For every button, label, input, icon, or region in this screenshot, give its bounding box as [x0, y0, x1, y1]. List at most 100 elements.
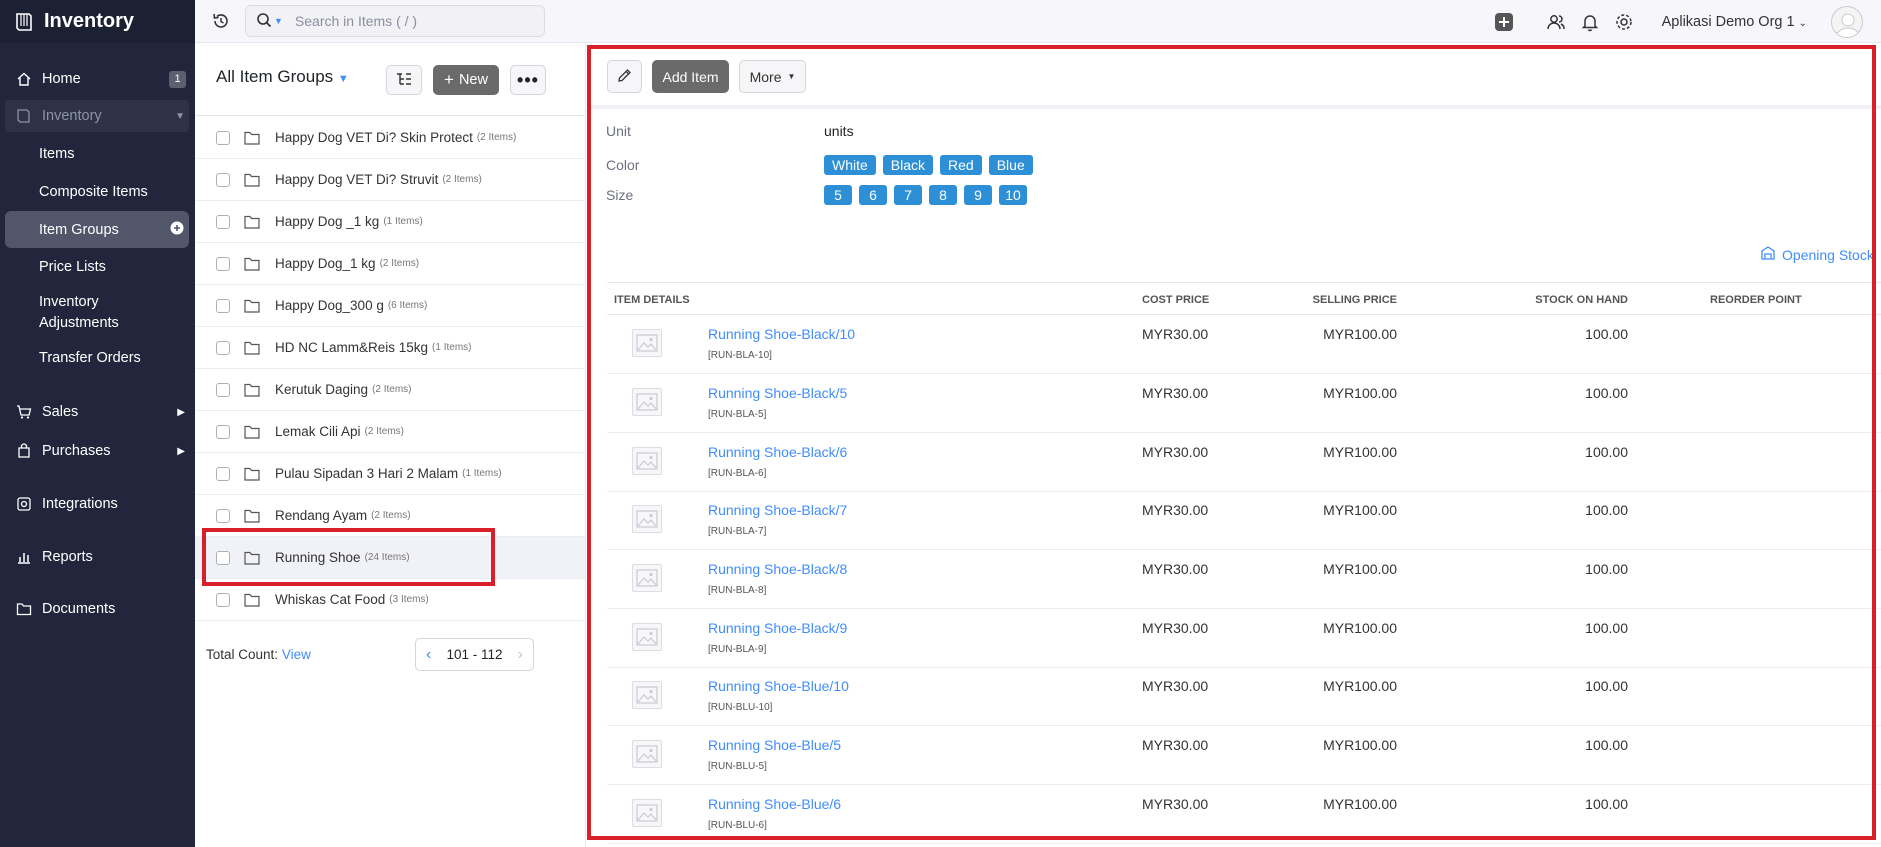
new-button[interactable]: + New	[433, 65, 499, 95]
search-input[interactable]: Search in Items ( / )	[295, 13, 417, 29]
chevron-down-icon: ⌄	[1798, 17, 1807, 29]
item-group-name[interactable]: Happy Dog_300 g	[275, 298, 384, 313]
edit-button[interactable]	[607, 60, 642, 93]
row-checkbox[interactable]	[216, 298, 230, 313]
gear-icon[interactable]	[1614, 12, 1634, 32]
row-checkbox[interactable]	[216, 592, 230, 607]
column-selling-price: SELLING PRICE	[1312, 294, 1397, 306]
item-name-link[interactable]: Running Shoe-Black/6	[708, 444, 847, 460]
item-group-count: (2 Items)	[371, 510, 411, 521]
item-group-name[interactable]: Whiskas Cat Food	[275, 592, 385, 607]
item-group-name[interactable]: Rendang Ayam	[275, 508, 367, 523]
more-dropdown[interactable]: More ▼	[739, 60, 806, 93]
total-count-view-link[interactable]: View	[282, 647, 311, 662]
row-checkbox[interactable]	[216, 508, 230, 523]
more-options-button[interactable]: •••	[510, 65, 546, 95]
list-item[interactable]: Happy Dog VET Di? Skin Protect (2 Items)	[195, 117, 585, 159]
table-row[interactable]: Running Shoe-Black/5 [RUN-BLA-5] MYR30.0…	[607, 374, 1881, 433]
item-group-name[interactable]: HD NC Lamm&Reis 15kg	[275, 340, 428, 355]
org-switcher[interactable]: Aplikasi Demo Org 1 ⌄	[1662, 14, 1807, 30]
app-brand[interactable]: Inventory	[0, 0, 195, 43]
list-view-selector[interactable]: All Item Groups ▼	[216, 67, 349, 87]
tree-view-button[interactable]	[386, 65, 422, 95]
table-row[interactable]: Running Shoe-Blue/10 [RUN-BLU-10] MYR30.…	[607, 667, 1881, 726]
row-checkbox[interactable]	[216, 214, 230, 229]
item-name-link[interactable]: Running Shoe-Blue/6	[708, 796, 841, 812]
item-group-name[interactable]: Happy Dog VET Di? Skin Protect	[275, 130, 473, 145]
bell-icon[interactable]	[1580, 12, 1600, 32]
row-checkbox[interactable]	[216, 382, 230, 397]
list-item[interactable]: HD NC Lamm&Reis 15kg (1 Items)	[195, 327, 585, 369]
sidebar-item-inventory-adjustments[interactable]: Inventory Adjustments	[5, 291, 189, 335]
item-group-name[interactable]: Happy Dog_1 kg	[275, 256, 376, 271]
pencil-icon	[617, 68, 632, 86]
table-row[interactable]: Running Shoe-Black/6 [RUN-BLA-6] MYR30.0…	[607, 433, 1881, 492]
history-icon[interactable]	[211, 11, 231, 34]
quick-create-icon[interactable]	[1494, 12, 1514, 32]
opening-stock-link[interactable]: Opening Stock	[1760, 245, 1874, 264]
prev-page-icon[interactable]: ‹	[426, 646, 431, 664]
list-item[interactable]: Happy Dog_1 kg (2 Items)	[195, 243, 585, 285]
search-icon[interactable]	[256, 12, 272, 31]
item-name-link[interactable]: Running Shoe-Black/5	[708, 385, 847, 401]
table-row[interactable]: Running Shoe-Black/9 [RUN-BLA-9] MYR30.0…	[607, 609, 1881, 668]
item-name-link[interactable]: Running Shoe-Black/8	[708, 561, 847, 577]
sidebar-item-purchases[interactable]: Purchases ▶	[5, 434, 189, 468]
row-checkbox[interactable]	[216, 550, 230, 565]
add-circle-icon[interactable]	[170, 221, 184, 239]
sidebar-item-transfer-orders[interactable]: Transfer Orders	[5, 341, 189, 375]
item-name-link[interactable]: Running Shoe-Black/10	[708, 326, 855, 342]
table-row[interactable]: Running Shoe-Blue/5 [RUN-BLU-5] MYR30.00…	[607, 726, 1881, 785]
table-row[interactable]: Running Shoe-Black/10 [RUN-BLA-10] MYR30…	[607, 315, 1881, 374]
cost-price: MYR30.00	[1142, 678, 1209, 694]
list-item[interactable]: Kerutuk Daging (2 Items)	[195, 369, 585, 411]
item-name-link[interactable]: Running Shoe-Blue/5	[708, 737, 841, 753]
sidebar-item-composite-items[interactable]: Composite Items	[5, 175, 189, 209]
list-item[interactable]: Happy Dog VET Di? Struvit (2 Items)	[195, 159, 585, 201]
row-checkbox[interactable]	[216, 466, 230, 481]
avatar[interactable]	[1831, 5, 1863, 38]
item-group-name[interactable]: Happy Dog _1 kg	[275, 214, 379, 229]
table-row[interactable]: Running Shoe-Black/8 [RUN-BLA-8] MYR30.0…	[607, 550, 1881, 609]
list-item[interactable]: Rendang Ayam (2 Items)	[195, 495, 585, 537]
row-checkbox[interactable]	[216, 172, 230, 187]
item-name-link[interactable]: Running Shoe-Black/7	[708, 502, 847, 518]
item-group-name[interactable]: Pulau Sipadan 3 Hari 2 Malam	[275, 466, 458, 481]
sidebar-item-reports[interactable]: Reports	[5, 540, 189, 574]
sidebar-item-documents[interactable]: Documents	[5, 592, 189, 626]
sidebar-item-sales[interactable]: Sales ▶	[5, 395, 189, 429]
users-icon[interactable]	[1546, 12, 1566, 32]
row-checkbox[interactable]	[216, 340, 230, 355]
next-page-icon[interactable]: ›	[518, 646, 523, 664]
sidebar-item-home[interactable]: Home 1	[5, 63, 189, 95]
sidebar-item-price-lists[interactable]: Price Lists	[5, 250, 189, 284]
sidebar-item-label: Items	[39, 146, 75, 162]
add-item-button[interactable]: Add Item	[652, 60, 729, 93]
row-checkbox[interactable]	[216, 256, 230, 271]
sidebar-item-integrations[interactable]: Integrations	[5, 487, 189, 521]
list-item-selected[interactable]: Running Shoe (24 Items)	[195, 537, 585, 579]
table-row[interactable]: Running Shoe-Blue/6 [RUN-BLU-6] MYR30.00…	[607, 785, 1881, 844]
item-group-name[interactable]: Kerutuk Daging	[275, 382, 368, 397]
list-item[interactable]: Lemak Cili Api (2 Items)	[195, 411, 585, 453]
list-item[interactable]: Pulau Sipadan 3 Hari 2 Malam (1 Items)	[195, 453, 585, 495]
sidebar-item-items[interactable]: Items	[5, 137, 189, 171]
sidebar-item-inventory[interactable]: Inventory ▼	[5, 100, 189, 132]
row-checkbox[interactable]	[216, 130, 230, 145]
size-chip: 5	[824, 185, 852, 205]
item-group-name[interactable]: Running Shoe	[275, 550, 361, 565]
item-group-name[interactable]: Lemak Cili Api	[275, 424, 361, 439]
list-item[interactable]: Happy Dog _1 kg (1 Items)	[195, 201, 585, 243]
column-reorder-point: REORDER POINT	[1710, 294, 1802, 306]
item-group-count: (24 Items)	[364, 552, 410, 563]
sidebar-item-item-groups[interactable]: Item Groups	[5, 211, 189, 248]
row-checkbox[interactable]	[216, 424, 230, 439]
list-item[interactable]: Happy Dog_300 g (6 Items)	[195, 285, 585, 327]
chevron-down-icon[interactable]: ▼	[274, 16, 283, 26]
table-row[interactable]: Running Shoe-Black/7 [RUN-BLA-7] MYR30.0…	[607, 491, 1881, 550]
search-box[interactable]: ▼ Search in Items ( / )	[245, 5, 545, 37]
item-name-link[interactable]: Running Shoe-Blue/10	[708, 678, 849, 694]
list-item[interactable]: Whiskas Cat Food (3 Items)	[195, 579, 585, 621]
item-name-link[interactable]: Running Shoe-Black/9	[708, 620, 847, 636]
item-group-name[interactable]: Happy Dog VET Di? Struvit	[275, 172, 438, 187]
